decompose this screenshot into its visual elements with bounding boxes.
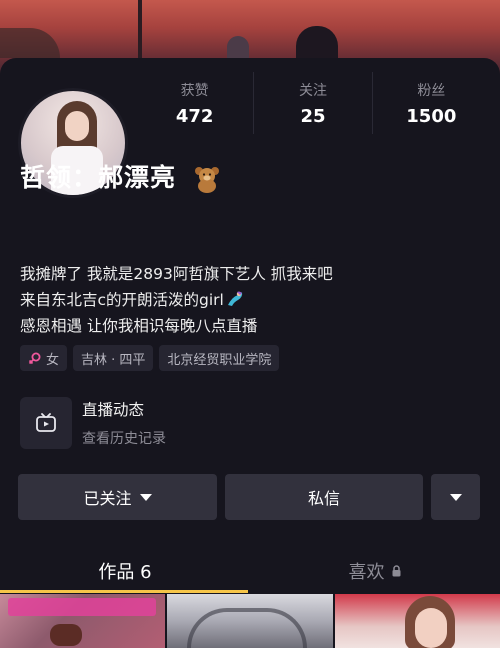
- tab-works-label: 作品 6: [98, 562, 152, 583]
- tag-location-label: 吉林 · 四平: [81, 352, 146, 368]
- stat-followers-label: 粉丝: [417, 82, 446, 99]
- active-tab-indicator: [0, 590, 248, 593]
- mermaid-icon: [227, 291, 243, 306]
- stat-followers-value: 1500: [406, 105, 457, 127]
- following-button[interactable]: 已关注: [18, 474, 217, 520]
- stat-following-label: 关注: [298, 82, 327, 99]
- stat-likes[interactable]: 获赞 472: [136, 72, 253, 134]
- tab-likes[interactable]: 喜欢: [250, 548, 500, 594]
- stat-likes-value: 472: [175, 105, 214, 127]
- tag-school-label: 北京经贸职业学院: [167, 352, 272, 368]
- profile-name: 哲领：郝漂亮: [20, 163, 177, 192]
- profile-tags: 女 吉林 · 四平 北京经贸职业学院: [20, 345, 280, 371]
- live-title: 直播动态: [82, 401, 145, 419]
- stat-likes-label: 获赞: [180, 82, 209, 99]
- stat-following[interactable]: 关注 25: [253, 72, 371, 134]
- video-thumbnail[interactable]: [0, 594, 166, 648]
- tag-gender: 女: [20, 345, 68, 371]
- live-icon-box: [20, 397, 72, 449]
- stat-following-value: 25: [300, 105, 326, 127]
- profile-card: 获赞 472 关注 25 粉丝 1500 哲领：郝漂亮 我摊牌了 我就是2893…: [0, 58, 500, 648]
- message-button-label: 私信: [307, 489, 340, 508]
- tag-school[interactable]: 北京经贸职业学院: [159, 345, 280, 371]
- caret-down-icon: [139, 493, 152, 501]
- caret-down-icon: [449, 493, 462, 501]
- bio-line: 来自东北吉c的开朗活泼的girl: [20, 287, 333, 313]
- tv-icon: [36, 413, 56, 432]
- tag-location: 吉林 · 四平: [73, 345, 154, 371]
- content-tabs: 作品 6 喜欢: [0, 548, 500, 594]
- live-subtitle: 查看历史记录: [82, 431, 166, 447]
- bio-line: 感恩相遇 让你我相识每晚八点直播: [20, 317, 258, 335]
- tab-likes-label: 喜欢: [348, 562, 385, 583]
- live-history-entry[interactable]: 直播动态 查看历史记录: [20, 396, 480, 450]
- stat-followers[interactable]: 粉丝 1500: [371, 72, 490, 134]
- following-button-label: 已关注: [83, 489, 132, 508]
- action-buttons: 已关注 私信: [18, 474, 480, 520]
- more-options-button[interactable]: [431, 474, 480, 520]
- teddy-bear-icon: [195, 167, 219, 193]
- tag-gender-label: 女: [46, 352, 60, 368]
- video-thumbnail[interactable]: [167, 594, 333, 648]
- bio-line: 我摊牌了 我就是2893阿哲旗下艺人 抓我来吧: [20, 265, 333, 283]
- profile-stats: 获赞 472 关注 25 粉丝 1500: [136, 72, 490, 134]
- profile-bio: 我摊牌了 我就是2893阿哲旗下艺人 抓我来吧 来自东北吉c的开朗活泼的girl…: [20, 261, 333, 339]
- video-thumbnail[interactable]: [334, 594, 500, 648]
- tab-works[interactable]: 作品 6: [0, 548, 250, 594]
- lock-icon: [392, 565, 400, 577]
- video-grid: [0, 594, 500, 648]
- female-icon: [28, 352, 41, 365]
- message-button[interactable]: 私信: [225, 474, 423, 520]
